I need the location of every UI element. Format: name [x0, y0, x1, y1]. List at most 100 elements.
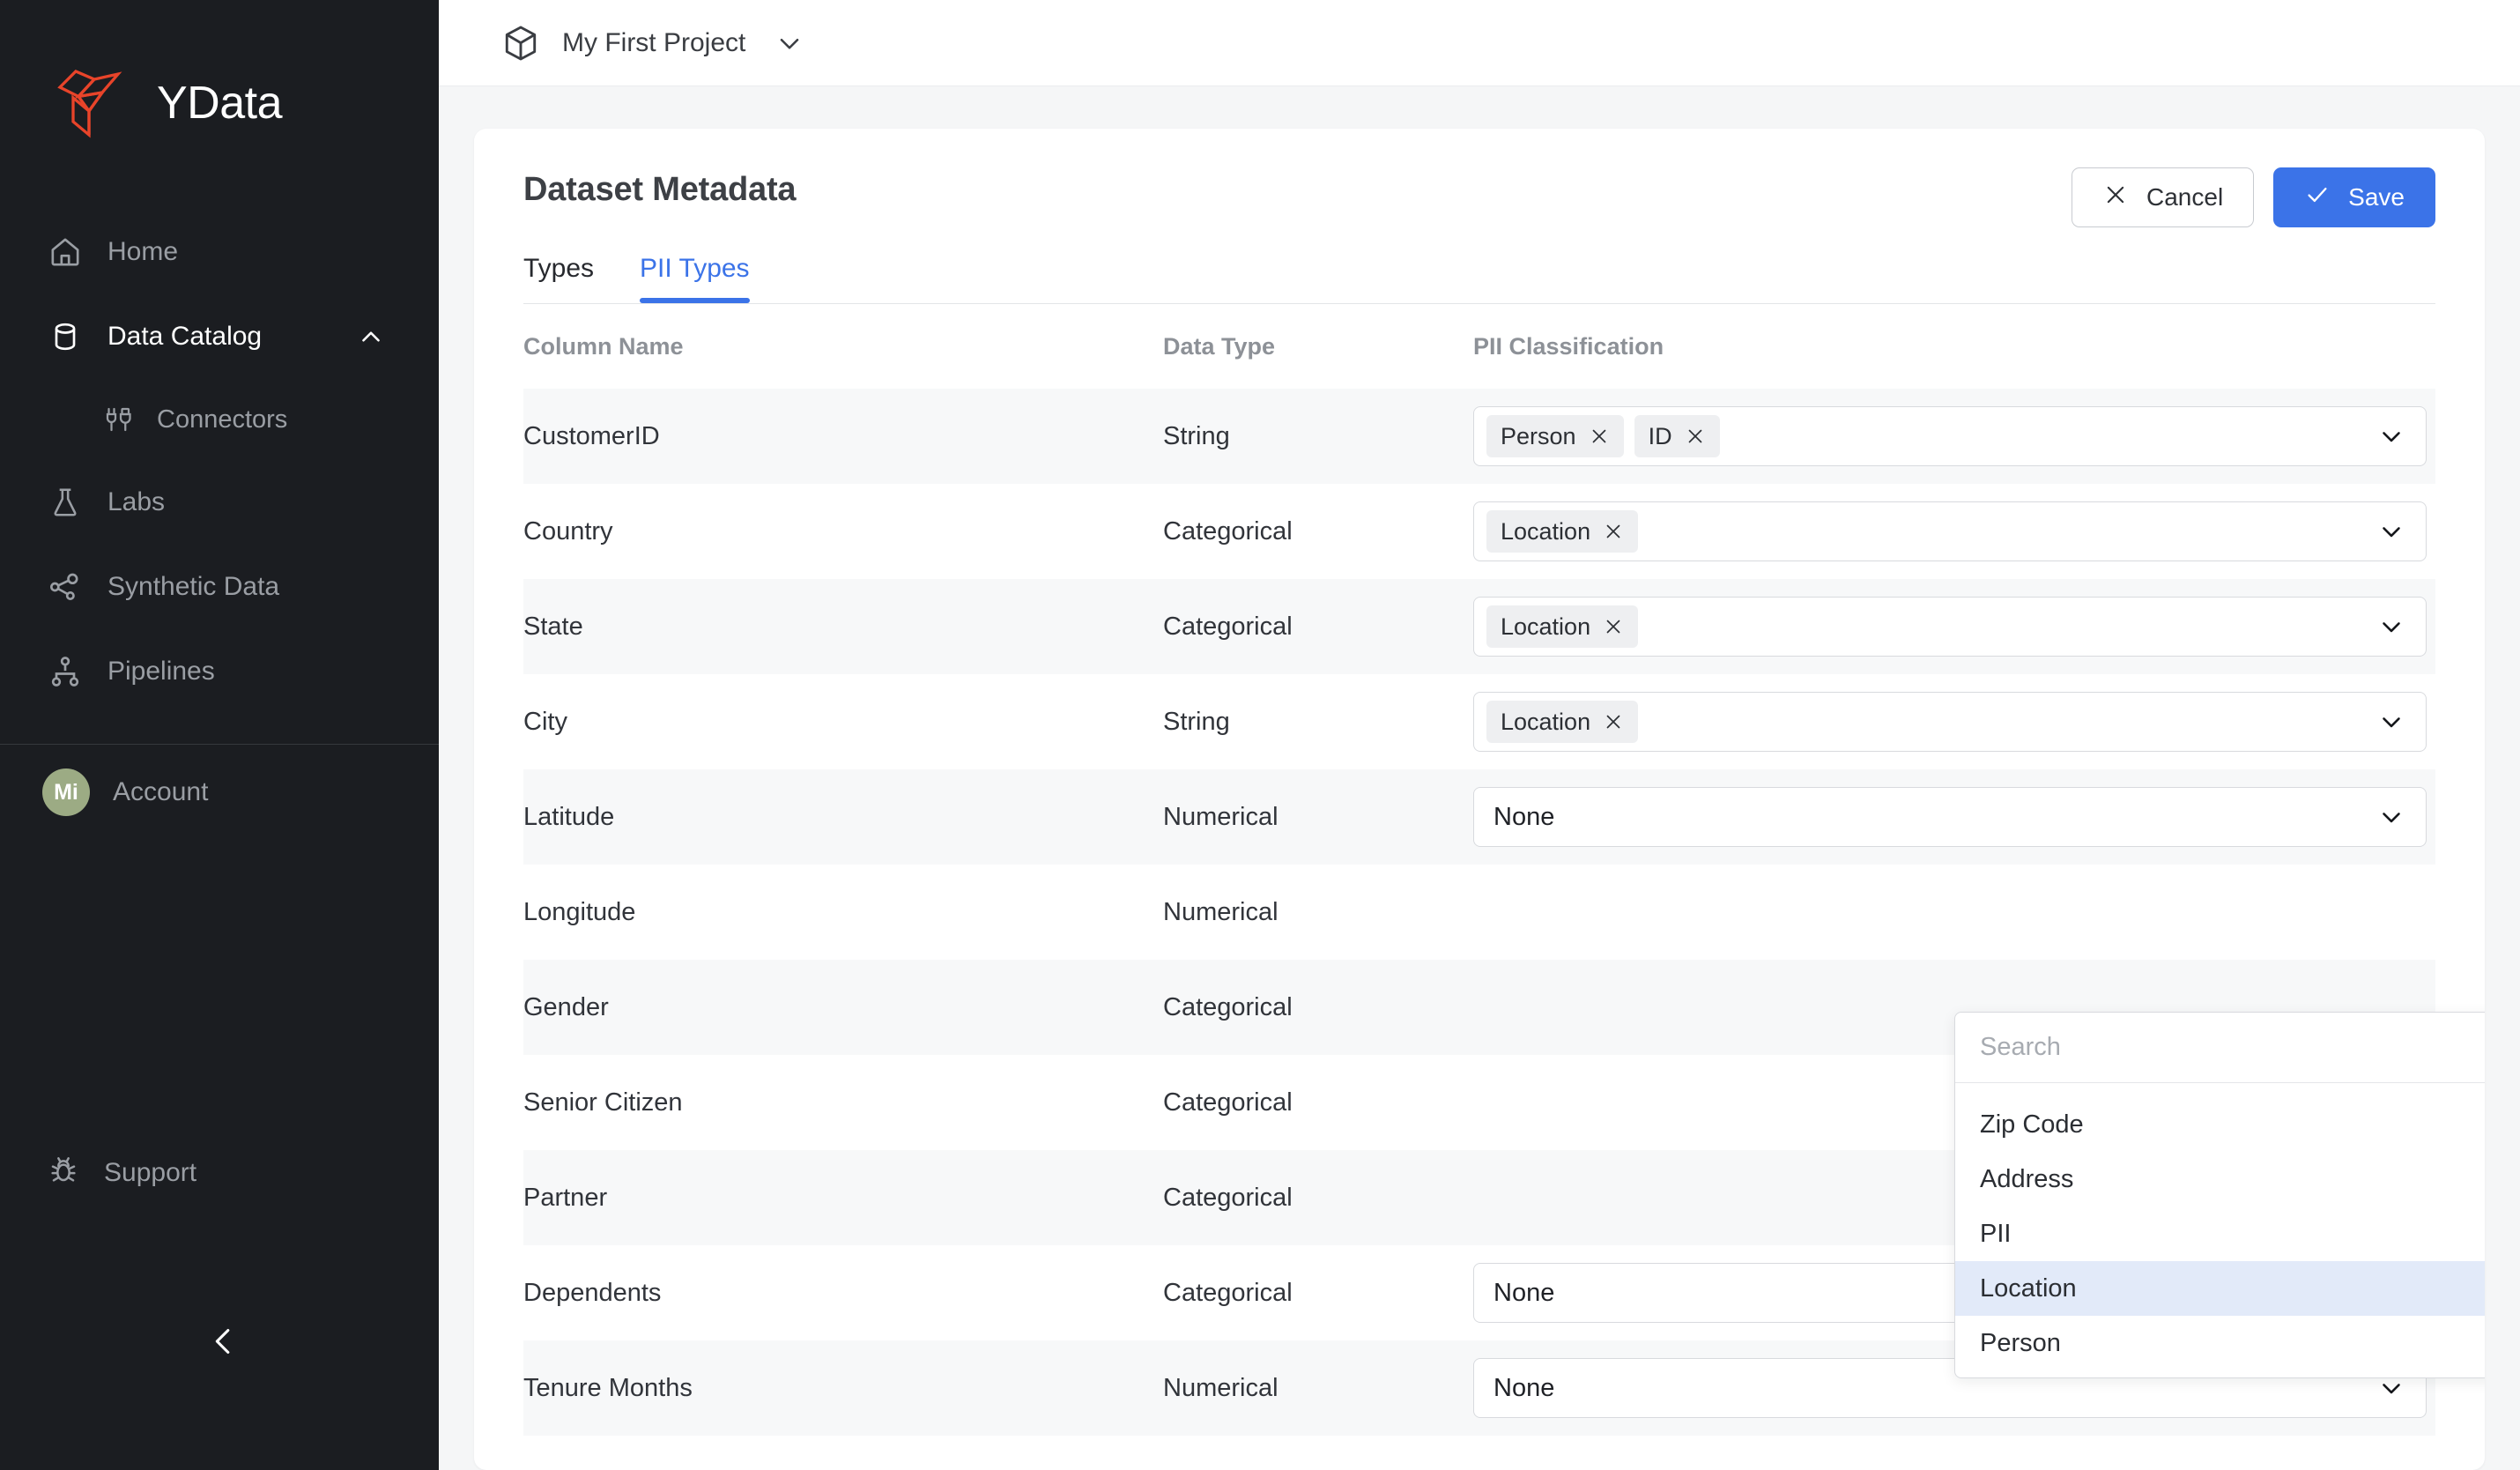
- sidebar-item-account[interactable]: Mi Account: [0, 745, 439, 840]
- table-row: State Categorical Location: [523, 579, 2435, 674]
- pii-chip-label: Location: [1501, 612, 1591, 640]
- cell-pii: Person ID: [1473, 406, 2435, 466]
- avatar: Mi: [42, 768, 90, 816]
- bug-icon: [46, 1152, 81, 1194]
- cell-column-name: Country: [523, 516, 613, 546]
- sidebar-item-home[interactable]: Home: [0, 210, 439, 294]
- cancel-button[interactable]: Cancel: [2072, 167, 2255, 227]
- table-row: CustomerID String Person ID: [523, 389, 2435, 484]
- pii-chip[interactable]: Location: [1486, 701, 1639, 743]
- chip-remove-icon[interactable]: [1685, 426, 1706, 447]
- cell-data-type: String: [1163, 707, 1230, 736]
- pii-select-value: None: [1493, 1373, 1555, 1402]
- sidebar-item-synthetic-data[interactable]: Synthetic Data: [0, 545, 439, 629]
- card-header: Dataset Metadata Cancel Save: [474, 129, 2485, 227]
- home-icon: [46, 233, 85, 271]
- pii-classification-dropdown: Zip Code Address PII Location Person: [1954, 1012, 2485, 1378]
- cell-data-type: Categorical: [1163, 1183, 1293, 1212]
- cell-data-type: Numerical: [1163, 1373, 1279, 1402]
- tab-bar: Types PII Types: [474, 227, 2485, 303]
- close-icon: [2102, 182, 2129, 214]
- cell-data-type: Numerical: [1163, 802, 1279, 831]
- sidebar-item-label-home: Home: [107, 237, 179, 266]
- page-title: Dataset Metadata: [523, 171, 797, 208]
- dropdown-search-row: [1955, 1013, 2485, 1083]
- topbar: My First Project: [439, 0, 2520, 86]
- chevron-down-icon[interactable]: [2376, 421, 2406, 451]
- chevron-down-icon[interactable]: [2376, 516, 2406, 546]
- cell-column-name: State: [523, 612, 583, 641]
- cell-data-type: Categorical: [1163, 612, 1293, 641]
- ydata-logo-icon: [49, 63, 134, 143]
- pii-select-value: None: [1493, 1278, 1555, 1307]
- cell-pii: Location: [1473, 597, 2435, 657]
- pii-chip[interactable]: Location: [1486, 605, 1639, 648]
- brand-logo[interactable]: YData: [0, 0, 439, 157]
- pii-select-value: None: [1493, 802, 1555, 831]
- tab-types[interactable]: Types: [523, 254, 594, 303]
- chip-remove-icon[interactable]: [1603, 616, 1624, 637]
- chevron-down-icon[interactable]: [2376, 707, 2406, 737]
- sidebar-item-connectors[interactable]: Connectors: [0, 379, 439, 460]
- chip-remove-icon[interactable]: [1589, 426, 1610, 447]
- chevron-down-icon[interactable]: [2376, 612, 2406, 642]
- pii-chip[interactable]: Location: [1486, 510, 1639, 553]
- cell-column-name: Longitude: [523, 897, 636, 926]
- sidebar-item-labs[interactable]: Labs: [0, 460, 439, 545]
- pii-chip-label: Location: [1501, 708, 1591, 735]
- pii-chip-label: Person: [1501, 422, 1576, 449]
- database-icon: [46, 317, 85, 356]
- sidebar-item-label-data-catalog: Data Catalog: [107, 322, 263, 351]
- cell-column-name: City: [523, 707, 567, 736]
- tab-pii-types[interactable]: PII Types: [640, 254, 750, 303]
- pii-chip[interactable]: Person: [1486, 415, 1624, 457]
- cell-pii: None: [1473, 787, 2435, 847]
- save-button[interactable]: Save: [2273, 167, 2435, 227]
- search-input[interactable]: [1980, 1033, 2485, 1062]
- connectors-icon: [100, 402, 136, 437]
- sidebar-item-support[interactable]: Support: [0, 1131, 439, 1215]
- pii-select[interactable]: Location: [1473, 501, 2427, 561]
- chevron-down-icon[interactable]: [774, 27, 805, 59]
- dropdown-option-zip-code[interactable]: Zip Code: [1955, 1097, 2485, 1152]
- cube-icon: [500, 23, 541, 63]
- pii-select[interactable]: Location: [1473, 692, 2427, 752]
- chip-remove-icon[interactable]: [1603, 521, 1624, 542]
- sidebar-item-pipelines[interactable]: Pipelines: [0, 629, 439, 714]
- table-header-row: Column Name Data Type PII Classification: [523, 304, 2435, 389]
- sidebar-item-label-labs: Labs: [107, 487, 166, 516]
- chevron-up-icon[interactable]: [356, 322, 386, 352]
- chip-remove-icon[interactable]: [1603, 711, 1624, 732]
- pii-chip[interactable]: ID: [1634, 415, 1720, 457]
- flask-icon: [46, 483, 85, 522]
- cell-column-name: Latitude: [523, 802, 615, 831]
- dropdown-option-location[interactable]: Location: [1955, 1261, 2485, 1316]
- dropdown-option-person[interactable]: Person: [1955, 1316, 2485, 1370]
- table-row: Longitude Numerical: [523, 865, 2435, 960]
- sidebar-item-data-catalog[interactable]: Data Catalog: [0, 294, 439, 379]
- cell-column-name: Partner: [523, 1183, 608, 1212]
- dropdown-option-pii[interactable]: PII: [1955, 1206, 2485, 1261]
- support-label: Support: [104, 1158, 197, 1187]
- cell-column-name: Senior Citizen: [523, 1088, 683, 1117]
- cell-column-name: Dependents: [523, 1278, 662, 1307]
- pii-select[interactable]: None: [1473, 787, 2427, 847]
- project-name[interactable]: My First Project: [562, 28, 745, 58]
- cell-data-type: Numerical: [1163, 897, 1279, 926]
- cell-column-name: CustomerID: [523, 421, 660, 450]
- table-row: City String Location: [523, 674, 2435, 769]
- sidebar-collapse-button[interactable]: [201, 1320, 247, 1366]
- share-nodes-icon: [46, 568, 85, 606]
- cell-data-type: String: [1163, 421, 1230, 450]
- pii-select[interactable]: Person ID: [1473, 406, 2427, 466]
- column-header-column-name: Column Name: [523, 332, 684, 360]
- card-actions: Cancel Save: [2072, 167, 2435, 227]
- dropdown-option-address[interactable]: Address: [1955, 1152, 2485, 1206]
- chevron-down-icon[interactable]: [2376, 802, 2406, 832]
- cell-column-name: Gender: [523, 992, 609, 1021]
- account-label: Account: [113, 777, 209, 806]
- pii-select[interactable]: Location: [1473, 597, 2427, 657]
- chevron-left-icon: [204, 1321, 244, 1366]
- dataset-metadata-card: Dataset Metadata Cancel Save Types PII T…: [474, 129, 2485, 1470]
- pii-chip-label: Location: [1501, 517, 1591, 545]
